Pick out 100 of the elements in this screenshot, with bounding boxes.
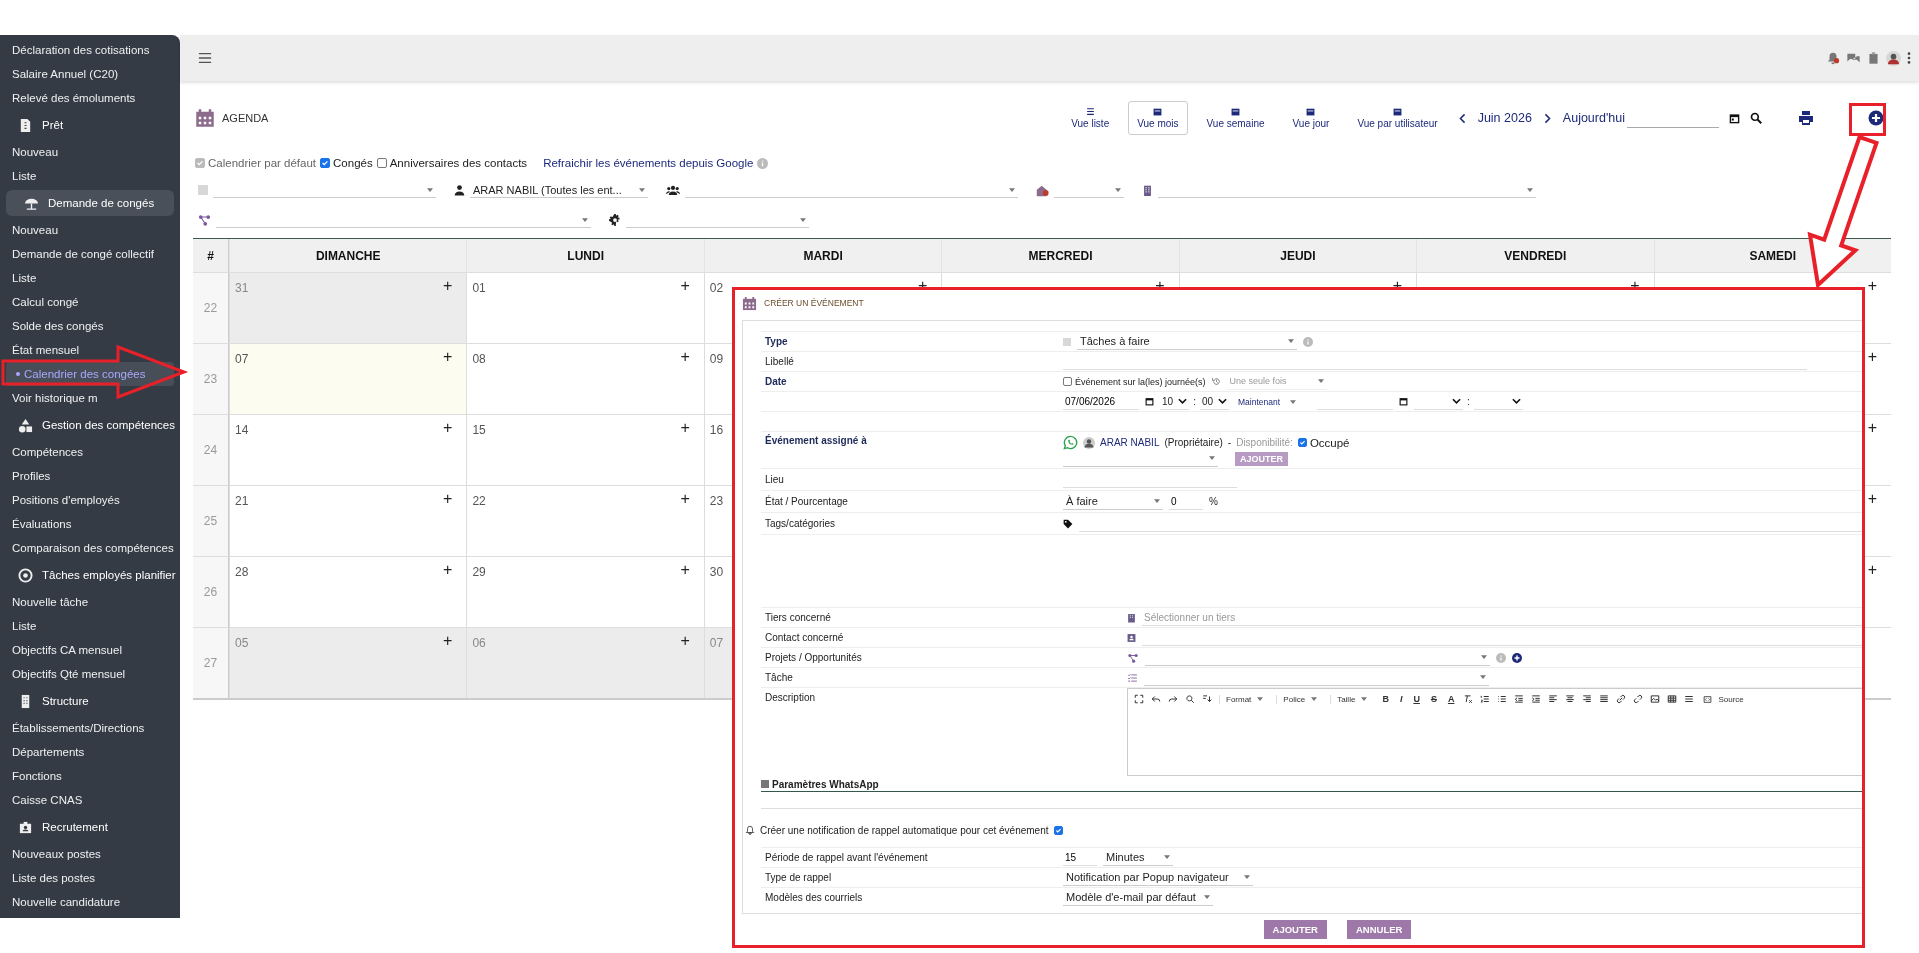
sidebar-link[interactable]: Profiles <box>0 464 174 488</box>
chat-icon[interactable] <box>1846 51 1861 65</box>
add-event-button[interactable]: + <box>1867 561 1877 579</box>
minute-select[interactable]: 00 <box>1199 393 1230 410</box>
format-button[interactable]: A <box>1445 694 1457 704</box>
calendar-icon[interactable] <box>1729 112 1740 124</box>
sidebar-link[interactable]: Liste des postes <box>0 866 174 890</box>
kebab-menu-icon[interactable] <box>1907 51 1911 65</box>
add-event-button[interactable]: + <box>443 632 453 650</box>
day-cell[interactable]: 21 + <box>229 485 467 556</box>
add-event-button[interactable]: + <box>680 632 690 650</box>
search-icon[interactable] <box>1185 694 1195 704</box>
submit-button[interactable]: AJOUTER <box>1263 920 1327 939</box>
add-event-button[interactable]: + <box>680 348 690 366</box>
checkbox[interactable] <box>1063 377 1072 386</box>
sidebar-section[interactable]: Structure <box>0 686 180 716</box>
sidebar-link[interactable]: Compétences <box>0 440 174 464</box>
search-field[interactable]: Sélectionner un tiers <box>1142 609 1863 626</box>
add-event-button[interactable]: + <box>443 419 453 437</box>
format-button[interactable]: I <box>1397 694 1405 704</box>
add-event-button[interactable]: + <box>443 348 453 366</box>
date-field[interactable]: 07/06/2026 <box>1063 393 1139 410</box>
sidebar-link[interactable]: État mensuel <box>0 338 174 362</box>
day-cell[interactable]: 06 + <box>466 627 704 698</box>
sidebar-link[interactable]: Positions d'employés <box>0 488 174 512</box>
bullet-list-icon[interactable] <box>1497 694 1508 704</box>
horizontal-rule-icon[interactable] <box>1684 694 1695 704</box>
printer-icon[interactable] <box>1798 110 1814 126</box>
hour-select[interactable]: 10 <box>1160 393 1190 410</box>
align-right-icon[interactable] <box>1582 694 1593 704</box>
sidebar-link[interactable]: Nouvelle candidature <box>0 890 174 914</box>
sidebar-link[interactable]: Déclaration des cotisations <box>0 38 174 62</box>
avatar-icon[interactable] <box>1886 50 1901 66</box>
sidebar-link[interactable]: Caisse CNAS <box>0 788 174 812</box>
sidebar-link[interactable]: Calcul congé <box>0 290 174 314</box>
add-event-button[interactable]: + <box>1867 348 1877 366</box>
source-button[interactable]: Source <box>1701 694 1746 704</box>
checkbox[interactable] <box>320 158 331 168</box>
add-event-button[interactable]: + <box>443 490 453 508</box>
add-event-button[interactable]: + <box>680 490 690 508</box>
today-link[interactable]: Aujourd'hui <box>1562 111 1625 125</box>
day-cell[interactable]: 05 + <box>229 627 467 698</box>
sidebar-link[interactable]: Objectifs CA mensuel <box>0 638 174 662</box>
sidebar-link[interactable]: Fonctions <box>0 764 174 788</box>
align-center-icon[interactable] <box>1565 694 1576 704</box>
refresh-link[interactable]: Refraichir les événements depuis Google <box>543 157 754 169</box>
image-icon[interactable] <box>1650 694 1661 704</box>
add-event-button[interactable]: + <box>443 561 453 579</box>
sidebar-link[interactable]: Nouvelle tâche <box>0 590 174 614</box>
previous-button[interactable] <box>1456 112 1468 124</box>
rich-text-editor[interactable]: Format Police Taille B I U S A Source <box>1127 688 1863 776</box>
format-button[interactable]: S <box>1428 694 1439 704</box>
sidebar-link[interactable]: Demande de congé collectif <box>0 242 174 266</box>
sidebar-link[interactable]: Comparaison des compétences <box>0 536 174 560</box>
sidebar-link[interactable]: Liste <box>0 164 174 188</box>
day-cell[interactable]: 15 + <box>466 414 704 485</box>
user-link[interactable]: ARAR NABIL <box>1100 437 1160 448</box>
add-event-button[interactable]: + <box>680 277 690 295</box>
checkbox[interactable] <box>1053 825 1063 835</box>
replace-icon[interactable] <box>1202 694 1212 704</box>
day-cell[interactable]: 07 + <box>229 343 467 414</box>
table-icon[interactable] <box>1667 694 1678 704</box>
calendar-icon[interactable] <box>1399 397 1409 406</box>
checkbox[interactable] <box>1297 438 1307 447</box>
add-event-button[interactable]: + <box>1867 419 1877 437</box>
sidebar-link[interactable]: Solde des congés <box>0 314 174 338</box>
sidebar-link[interactable]: Voir historique m <box>0 386 174 410</box>
sidebar-link[interactable]: Nouveau <box>0 218 174 242</box>
sidebar-section[interactable]: Prêt <box>0 110 180 140</box>
indent-icon[interactable] <box>1531 694 1542 704</box>
day-cell[interactable]: 29 + <box>466 556 704 627</box>
day-cell[interactable]: 08 + <box>466 343 704 414</box>
sidebar-link[interactable]: Liste <box>0 266 174 290</box>
unlink-icon[interactable] <box>1633 694 1644 704</box>
add-event-button[interactable]: + <box>443 277 453 295</box>
add-icon[interactable] <box>1512 652 1522 663</box>
view-tab[interactable]: Vue mois <box>1128 101 1188 135</box>
sidebar-link[interactable]: Liste <box>0 614 174 638</box>
add-event-button[interactable]: + <box>680 561 690 579</box>
sidebar-link[interactable]: Établissements/Directions <box>0 716 174 740</box>
cancel-button[interactable]: ANNULER <box>1346 920 1412 939</box>
day-cell[interactable]: 14 + <box>229 414 467 485</box>
bell-icon[interactable] <box>1826 51 1840 65</box>
sidebar-section[interactable]: Demande de congés <box>6 190 174 216</box>
justify-icon[interactable] <box>1599 694 1610 704</box>
number-field[interactable]: 15 <box>1063 849 1097 866</box>
checkbox-option[interactable]: Congés <box>320 157 373 169</box>
add-icon[interactable] <box>1868 110 1884 126</box>
redo-icon[interactable] <box>1168 694 1178 704</box>
day-cell[interactable]: 22 + <box>466 485 704 556</box>
sidebar-section[interactable]: Recrutement <box>0 812 180 842</box>
search-icon[interactable] <box>1750 112 1762 124</box>
checkbox-option[interactable]: Occupé <box>1297 436 1350 449</box>
numbered-list-icon[interactable] <box>1480 694 1491 704</box>
sidebar-link[interactable]: Objectifs Qté mensuel <box>0 662 174 686</box>
sidebar-section[interactable]: Tâches employés planifier <box>0 560 180 590</box>
day-cell[interactable]: 31 + <box>229 272 467 343</box>
link-icon[interactable] <box>1616 694 1627 704</box>
sidebar-section[interactable]: Gestion des compétences <box>0 410 180 440</box>
add-event-button[interactable]: + <box>1867 490 1877 508</box>
